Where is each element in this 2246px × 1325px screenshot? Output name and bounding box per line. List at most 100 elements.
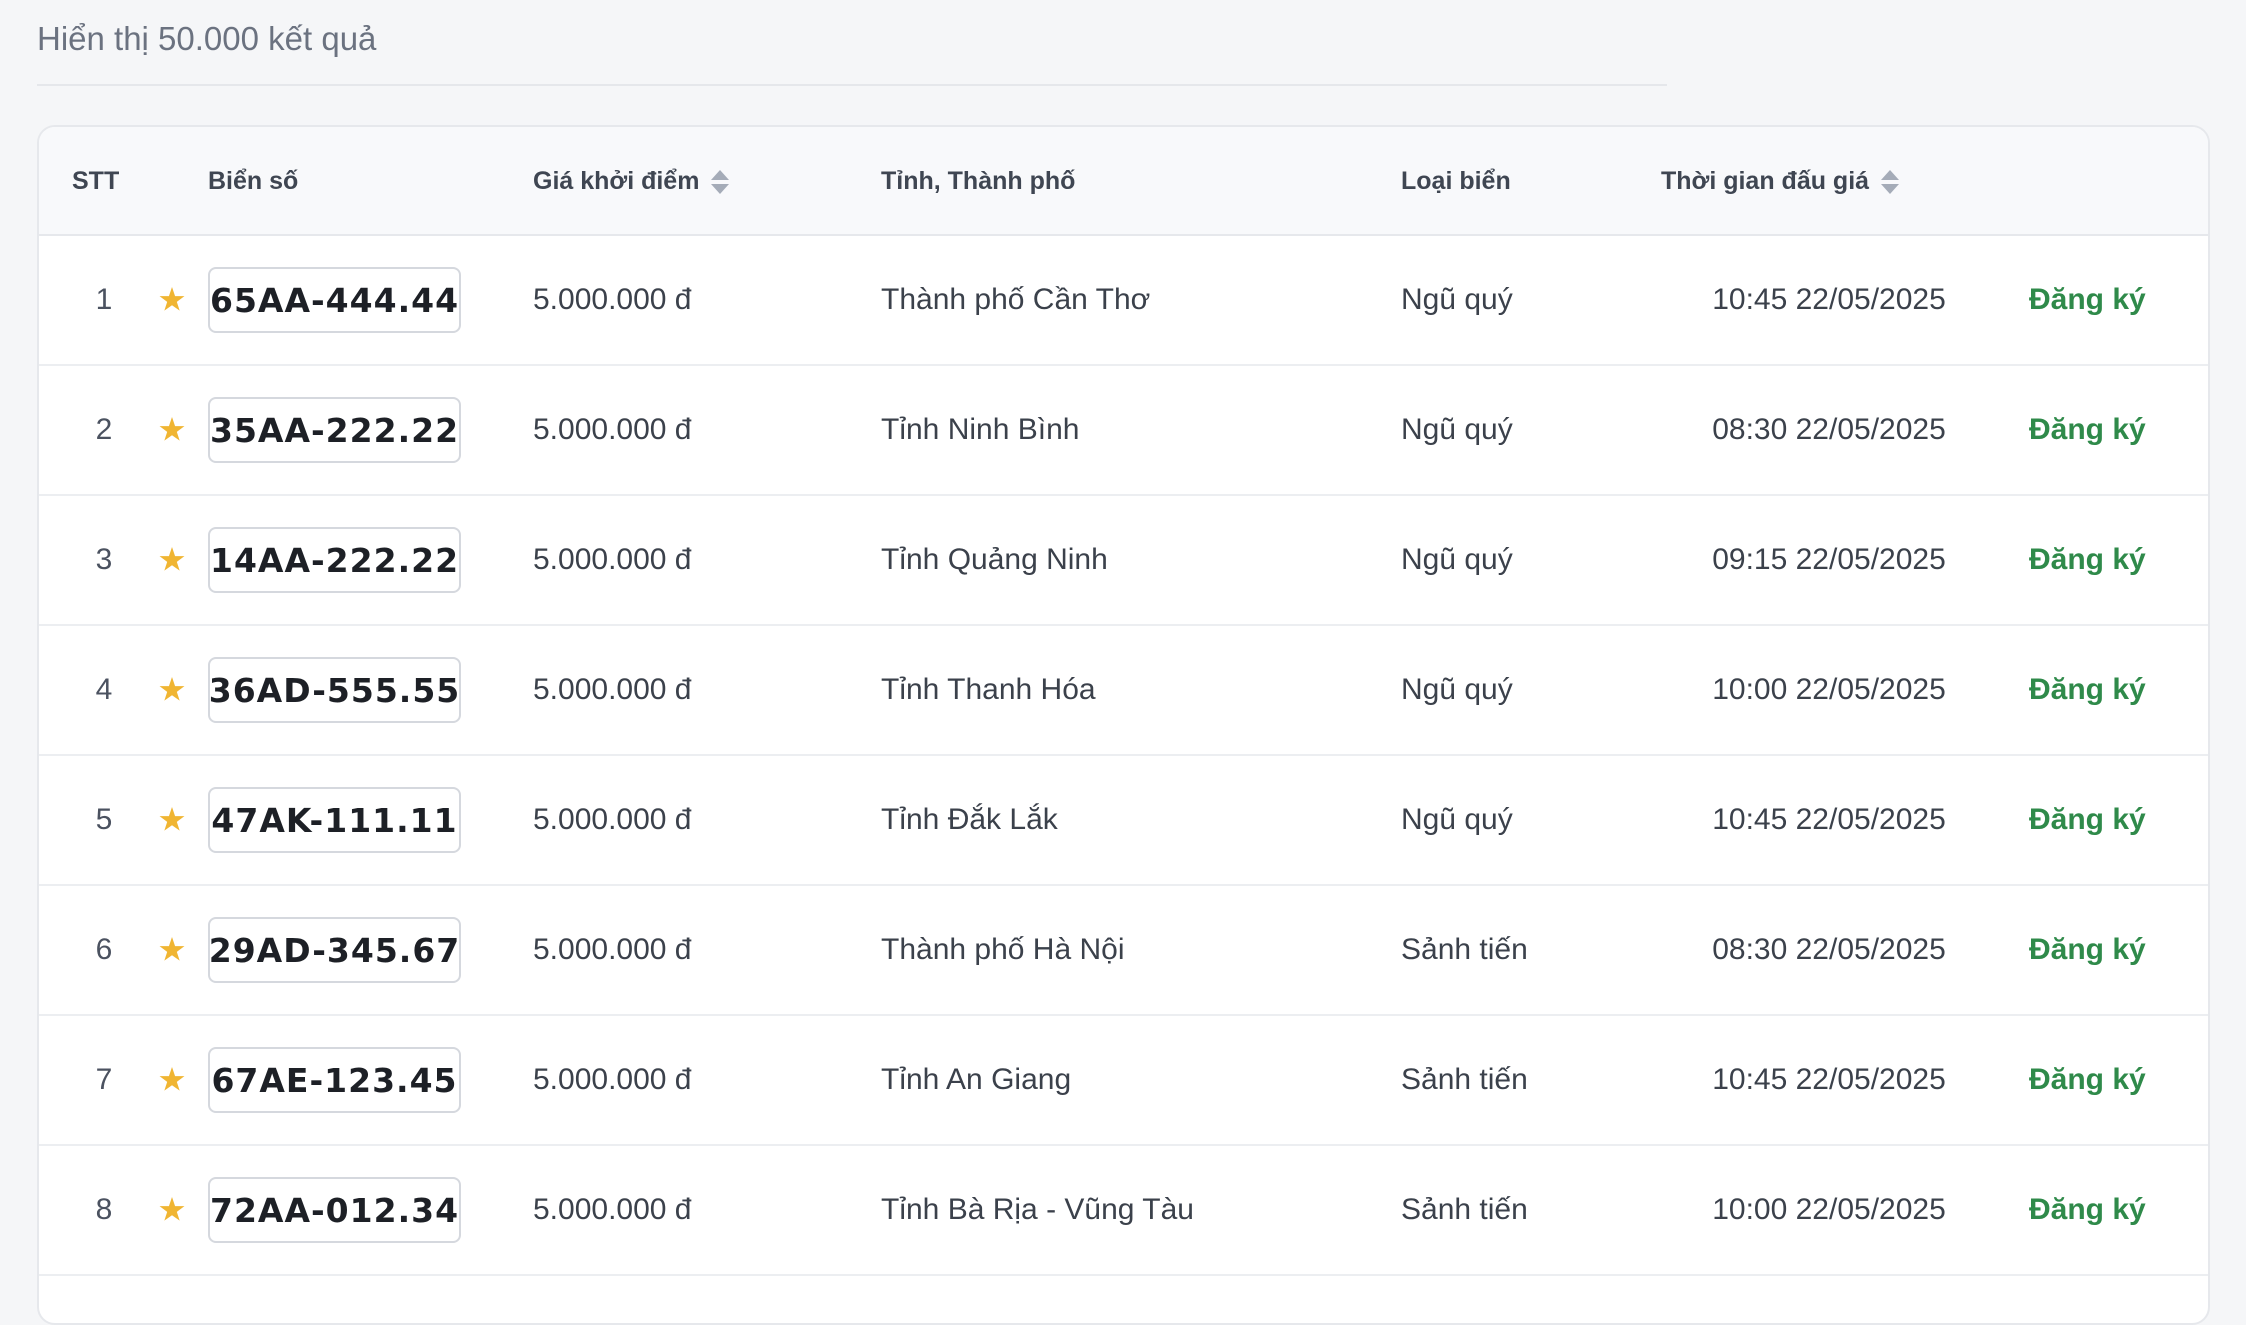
plate-cell: 65AA-444.44 <box>208 236 461 364</box>
auction-time: 10:00 22/05/2025 <box>1712 673 1946 706</box>
license-plate: 47AK-111.11 <box>208 787 461 853</box>
starting-price: 5.000.000 đ <box>533 413 692 446</box>
table-row: 7 67AE-123.45 5.000.000 đ Tỉnh An Giang … <box>39 1016 2208 1146</box>
table-row: 6 29AD-345.67 5.000.000 đ Thành phố Hà N… <box>39 886 2208 1016</box>
register-cell: Đăng ký <box>2029 236 2146 364</box>
column-header-price[interactable]: Giá khởi điểm <box>533 127 730 236</box>
plate-type: Ngũ quý <box>1401 543 1513 576</box>
star-icon[interactable] <box>159 677 185 701</box>
province-city: Tỉnh Đắk Lắk <box>881 803 1058 836</box>
favorite-button[interactable] <box>147 1016 197 1144</box>
license-plate: 65AA-444.44 <box>208 267 461 333</box>
plate-type: Ngũ quý <box>1401 283 1513 316</box>
star-icon[interactable] <box>159 417 185 441</box>
column-header-stt: STT <box>72 167 120 195</box>
province-city: Tỉnh Ninh Bình <box>881 413 1080 446</box>
auction-time: 10:45 22/05/2025 <box>1712 1063 1946 1096</box>
starting-price: 5.000.000 đ <box>533 933 692 966</box>
table-row: 5 47AK-111.11 5.000.000 đ Tỉnh Đắk Lắk N… <box>39 756 2208 886</box>
starting-price: 5.000.000 đ <box>533 1193 692 1226</box>
sort-icon[interactable] <box>711 167 730 197</box>
license-plate: 35AA-222.22 <box>208 397 461 463</box>
register-link[interactable]: Đăng ký <box>2029 1193 2146 1227</box>
auction-time: 10:00 22/05/2025 <box>1712 1193 1946 1226</box>
register-cell: Đăng ký <box>2029 626 2146 754</box>
province-city: Thành phố Hà Nội <box>881 933 1125 966</box>
column-header-type: Loại biển <box>1401 167 1511 195</box>
plate-type: Sảnh tiến <box>1401 1063 1528 1096</box>
table-row: 2 35AA-222.22 5.000.000 đ Tỉnh Ninh Bình… <box>39 366 2208 496</box>
star-icon[interactable] <box>159 807 185 831</box>
province-city: Tỉnh Quảng Ninh <box>881 543 1108 576</box>
register-cell: Đăng ký <box>2029 886 2146 1014</box>
auction-time: 08:30 22/05/2025 <box>1712 413 1946 446</box>
star-icon[interactable] <box>159 287 185 311</box>
plate-cell: 72AA-012.34 <box>208 1146 461 1274</box>
plate-type: Sảnh tiến <box>1401 933 1528 966</box>
favorite-button[interactable] <box>147 1146 197 1274</box>
register-link[interactable]: Đăng ký <box>2029 413 2146 447</box>
favorite-button[interactable] <box>147 236 197 364</box>
star-icon[interactable] <box>159 937 185 961</box>
register-cell: Đăng ký <box>2029 366 2146 494</box>
plate-cell: 47AK-111.11 <box>208 756 461 884</box>
plate-cell: 67AE-123.45 <box>208 1016 461 1144</box>
table-row: 1 65AA-444.44 5.000.000 đ Thành phố Cần … <box>39 236 2208 366</box>
province-city: Thành phố Cần Thơ <box>881 283 1151 316</box>
table-row: 4 36AD-555.55 5.000.000 đ Tỉnh Thanh Hóa… <box>39 626 2208 756</box>
sort-icon[interactable] <box>1881 167 1900 197</box>
column-header-plate: Biển số <box>208 167 299 195</box>
starting-price: 5.000.000 đ <box>533 803 692 836</box>
register-cell: Đăng ký <box>2029 756 2146 884</box>
plate-cell: 29AD-345.67 <box>208 886 461 1014</box>
column-header-time-label: Thời gian đấu giá <box>1661 167 1870 195</box>
column-header-time[interactable]: Thời gian đấu giá <box>1661 127 1900 236</box>
register-cell: Đăng ký <box>2029 496 2146 624</box>
favorite-button[interactable] <box>147 756 197 884</box>
favorite-button[interactable] <box>147 366 197 494</box>
register-link[interactable]: Đăng ký <box>2029 803 2146 837</box>
register-link[interactable]: Đăng ký <box>2029 673 2146 707</box>
starting-price: 5.000.000 đ <box>533 283 692 316</box>
auction-table: STT Biển số Giá khởi điểm Tỉnh, Thành ph… <box>37 125 2210 1325</box>
star-icon[interactable] <box>159 1197 185 1221</box>
province-city: Tỉnh An Giang <box>881 1063 1072 1096</box>
star-icon[interactable] <box>159 1067 185 1091</box>
register-link[interactable]: Đăng ký <box>2029 933 2146 967</box>
license-plate: 67AE-123.45 <box>208 1047 461 1113</box>
register-cell: Đăng ký <box>2029 1146 2146 1274</box>
license-plate: 36AD-555.55 <box>208 657 461 723</box>
table-header: STT Biển số Giá khởi điểm Tỉnh, Thành ph… <box>39 127 2208 236</box>
auction-time: 10:45 22/05/2025 <box>1712 803 1946 836</box>
plate-cell: 14AA-222.22 <box>208 496 461 624</box>
table-row: 3 14AA-222.22 5.000.000 đ Tỉnh Quảng Nin… <box>39 496 2208 626</box>
register-link[interactable]: Đăng ký <box>2029 283 2146 317</box>
register-cell: Đăng ký <box>2029 1016 2146 1144</box>
province-city: Tỉnh Thanh Hóa <box>881 673 1096 706</box>
favorite-button[interactable] <box>147 886 197 1014</box>
column-header-price-label: Giá khởi điểm <box>533 167 700 195</box>
plate-type: Ngũ quý <box>1401 673 1513 706</box>
license-plate: 29AD-345.67 <box>208 917 461 983</box>
province-city: Tỉnh Bà Rịa - Vũng Tàu <box>881 1193 1194 1226</box>
divider <box>37 84 1667 86</box>
plate-type: Ngũ quý <box>1401 803 1513 836</box>
auction-time: 09:15 22/05/2025 <box>1712 543 1946 576</box>
register-link[interactable]: Đăng ký <box>2029 1063 2146 1097</box>
starting-price: 5.000.000 đ <box>533 673 692 706</box>
auction-time: 10:45 22/05/2025 <box>1712 283 1946 316</box>
license-plate: 72AA-012.34 <box>208 1177 461 1243</box>
favorite-button[interactable] <box>147 496 197 624</box>
plate-type: Sảnh tiến <box>1401 1193 1528 1226</box>
license-plate: 14AA-222.22 <box>208 527 461 593</box>
table-row: 8 72AA-012.34 5.000.000 đ Tỉnh Bà Rịa - … <box>39 1146 2208 1276</box>
plate-cell: 35AA-222.22 <box>208 366 461 494</box>
auction-time: 08:30 22/05/2025 <box>1712 933 1946 966</box>
favorite-button[interactable] <box>147 626 197 754</box>
register-link[interactable]: Đăng ký <box>2029 543 2146 577</box>
plate-type: Ngũ quý <box>1401 413 1513 446</box>
starting-price: 5.000.000 đ <box>533 543 692 576</box>
plate-cell: 36AD-555.55 <box>208 626 461 754</box>
results-count: Hiển thị 50.000 kết quả <box>37 20 377 57</box>
star-icon[interactable] <box>159 547 185 571</box>
